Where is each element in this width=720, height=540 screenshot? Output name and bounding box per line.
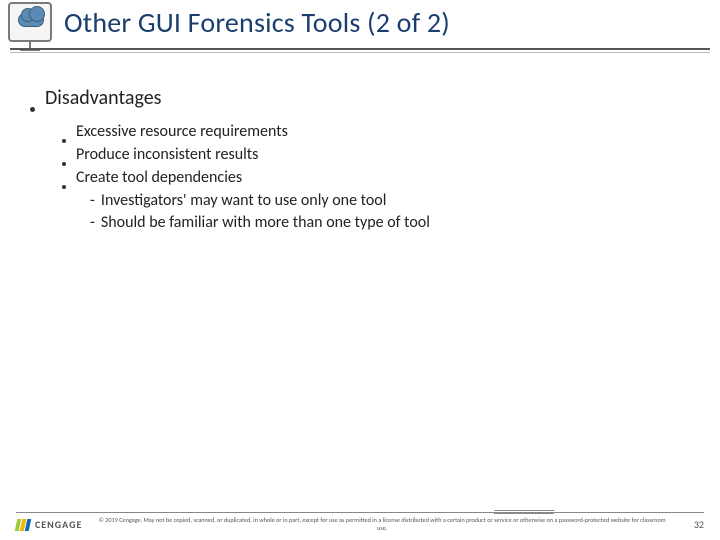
cloud-monitor-icon	[8, 2, 52, 42]
bullet-dot-icon	[62, 185, 66, 189]
bullet-lvl2: Excessive resource requirements	[62, 122, 676, 141]
slide-title: Other GUI Forensics Tools (2 of 2)	[64, 5, 450, 40]
brand: CENGAGE	[16, 518, 82, 531]
page-number: 32	[682, 518, 704, 531]
slide-header: Other GUI Forensics Tools (2 of 2)	[0, 0, 720, 50]
bullet-lvl3: - Investigators' may want to use only on…	[90, 191, 676, 210]
copyright-text: © 2019 Cengage. May not be copied, scann…	[92, 517, 672, 532]
dash-icon: -	[90, 191, 95, 210]
bullet-text: Produce inconsistent results	[76, 145, 258, 164]
bullet-text: Should be familiar with more than one ty…	[101, 213, 430, 232]
bullet-lvl3: - Should be familiar with more than one …	[90, 213, 676, 232]
bullet-text: Disadvantages	[45, 86, 162, 110]
header-divider	[10, 48, 710, 50]
bullet-dot-icon	[30, 107, 35, 112]
dash-icon: -	[90, 213, 95, 232]
slide-footer: CENGAGE © 2019 Cengage. May not be copie…	[0, 512, 720, 532]
bullet-lvl2: Produce inconsistent results	[62, 145, 676, 164]
title-row: Other GUI Forensics Tools (2 of 2)	[0, 2, 720, 42]
slide-body: Disadvantages Excessive resource require…	[0, 50, 720, 232]
brand-logo-icon	[16, 519, 30, 531]
bullet-lvl1: Disadvantages	[30, 86, 676, 110]
bullet-text: Create tool dependencies	[76, 168, 242, 187]
footer-row: CENGAGE © 2019 Cengage. May not be copie…	[16, 517, 704, 532]
footer-divider	[16, 512, 704, 513]
bullet-dot-icon	[62, 162, 66, 166]
bullet-dot-icon	[62, 139, 66, 143]
brand-name: CENGAGE	[35, 518, 82, 531]
bullet-text: Excessive resource requirements	[76, 122, 288, 141]
bullet-lvl2: Create tool dependencies	[62, 168, 676, 187]
bullet-text: Investigators' may want to use only one …	[101, 191, 387, 210]
